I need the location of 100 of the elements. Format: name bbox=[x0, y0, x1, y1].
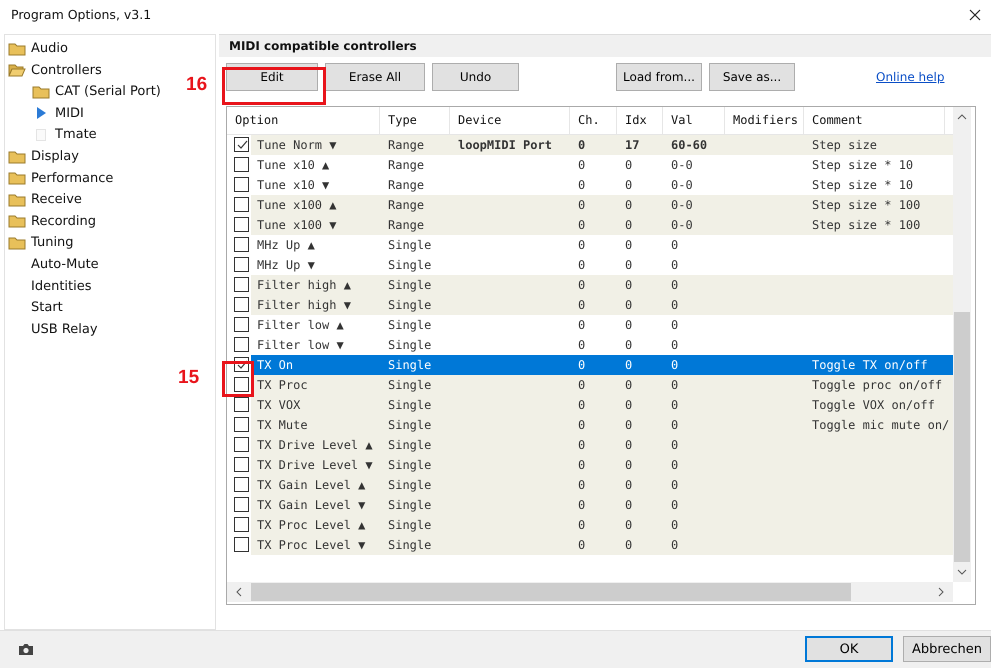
table-row[interactable]: TX Proc Level ▲ Single 0 0 0 bbox=[227, 514, 953, 535]
table-row[interactable]: TX Drive Level ▲ Single 0 0 0 bbox=[227, 434, 953, 455]
column-header[interactable]: Modifiers bbox=[725, 106, 804, 134]
scroll-down-icon[interactable] bbox=[957, 568, 967, 575]
table-row[interactable]: TX On Single 0 0 0 Toggle TX on/off bbox=[227, 354, 953, 375]
vertical-scrollbar[interactable] bbox=[953, 106, 971, 582]
table-cell: 0 bbox=[671, 238, 678, 252]
checkbox[interactable] bbox=[234, 217, 249, 232]
table-cell: 0 bbox=[625, 498, 632, 512]
table-cell: 0 bbox=[671, 438, 678, 452]
checkbox[interactable] bbox=[234, 437, 249, 452]
callout-number: 15 bbox=[178, 367, 200, 389]
horizontal-scrollbar[interactable] bbox=[227, 582, 953, 602]
toolbar-button[interactable]: Load from... bbox=[616, 62, 702, 91]
table-row[interactable]: TX Gain Level ▼ Single 0 0 0 bbox=[227, 494, 953, 515]
close-icon[interactable] bbox=[969, 8, 981, 21]
table-row[interactable]: TX Proc Level ▼ Single 0 0 0 bbox=[227, 534, 953, 555]
scroll-right-icon[interactable] bbox=[938, 586, 944, 597]
sidebar-item[interactable]: Auto-Mute bbox=[8, 254, 99, 276]
table-cell: Step size * 10 bbox=[812, 178, 914, 192]
checkbox[interactable] bbox=[234, 417, 249, 432]
table-row[interactable]: TX Proc Single 0 0 0 Toggle proc on/off bbox=[227, 374, 953, 395]
table-cell: 0 bbox=[671, 378, 678, 392]
checkbox[interactable] bbox=[234, 297, 249, 312]
table-cell: TX Drive Level ▲ bbox=[257, 438, 373, 452]
table-cell: Single bbox=[388, 378, 432, 392]
table-row[interactable]: TX Drive Level ▼ Single 0 0 0 bbox=[227, 454, 953, 475]
table-cell: 0 bbox=[625, 378, 632, 392]
column-header[interactable]: Device bbox=[450, 106, 570, 134]
table-cell: Tune Norm ▼ bbox=[257, 138, 336, 152]
checkbox[interactable] bbox=[234, 277, 249, 292]
table-cell: Step size bbox=[812, 138, 878, 152]
column-header[interactable]: Option bbox=[227, 106, 380, 134]
toolbar-button[interactable]: Erase All bbox=[325, 62, 425, 91]
column-header[interactable]: Ch. bbox=[570, 106, 617, 134]
toolbar-button[interactable]: Save as... bbox=[709, 62, 795, 91]
sidebar-item[interactable]: MIDI bbox=[8, 102, 84, 124]
table-row[interactable]: Tune x100 ▲ Range 0 0 0-0 Step size * 100 bbox=[227, 194, 953, 215]
checkbox[interactable] bbox=[234, 397, 249, 412]
dialog-button[interactable]: Abbrechen bbox=[903, 636, 991, 662]
checkbox[interactable] bbox=[234, 317, 249, 332]
column-header[interactable]: Idx bbox=[617, 106, 663, 134]
checkbox[interactable] bbox=[234, 517, 249, 532]
checkbox[interactable] bbox=[234, 257, 249, 272]
dialog-button[interactable]: OK bbox=[805, 636, 893, 662]
checkbox[interactable] bbox=[234, 377, 249, 392]
checkbox[interactable] bbox=[234, 197, 249, 212]
table-cell: 0 bbox=[578, 278, 586, 292]
toolbar-button[interactable]: Undo bbox=[432, 62, 519, 91]
scroll-up-icon[interactable] bbox=[957, 114, 967, 120]
table-cell: 0 bbox=[578, 158, 586, 172]
table-cell: 0 bbox=[578, 138, 586, 152]
sidebar-item[interactable]: Identities bbox=[8, 275, 92, 297]
sidebar-item[interactable]: Display bbox=[8, 146, 79, 168]
column-header[interactable]: Comment bbox=[804, 106, 945, 134]
checkbox[interactable] bbox=[234, 177, 249, 192]
checkbox[interactable] bbox=[234, 137, 249, 152]
table-cell: 0 bbox=[625, 238, 632, 252]
sidebar-item[interactable]: Recording bbox=[8, 210, 96, 232]
table-cell: 0 bbox=[578, 358, 586, 372]
checkbox[interactable] bbox=[234, 157, 249, 172]
table-row[interactable]: Filter high ▲ Single 0 0 0 bbox=[227, 274, 953, 295]
checkbox[interactable] bbox=[234, 237, 249, 252]
folder-icon bbox=[32, 84, 50, 99]
checkbox[interactable] bbox=[234, 537, 249, 552]
checkbox[interactable] bbox=[234, 457, 249, 472]
table-cell: 0-0 bbox=[671, 218, 693, 232]
table-row[interactable]: Tune Norm ▼ Range loopMIDI Port 0 17 60-60 Step size bbox=[227, 134, 953, 155]
checkbox[interactable] bbox=[234, 497, 249, 512]
table-cell: 0 bbox=[625, 158, 632, 172]
table-cell: Toggle TX on/off bbox=[812, 358, 928, 372]
table-cell: 0 bbox=[578, 298, 586, 312]
sidebar-item[interactable]: Audio bbox=[8, 38, 68, 60]
table-row[interactable]: Filter high ▼ Single 0 0 0 bbox=[227, 294, 953, 315]
sidebar-item[interactable]: Receive bbox=[8, 188, 82, 211]
table-row[interactable]: TX VOX Single 0 0 0 Toggle VOX on/off bbox=[227, 394, 953, 415]
table-cell: 0-0 bbox=[671, 158, 693, 172]
column-header[interactable]: Type bbox=[380, 106, 450, 134]
checkbox[interactable] bbox=[234, 477, 249, 492]
table-cell: 0 bbox=[578, 458, 586, 472]
sidebar-item[interactable]: CAT (Serial Port) bbox=[8, 80, 161, 103]
table-row[interactable]: TX Mute Single 0 0 0 Toggle mic mute on/ bbox=[227, 414, 953, 435]
table-cell: 0 bbox=[671, 518, 678, 532]
sidebar-item[interactable]: Performance bbox=[8, 167, 114, 189]
sidebar-item[interactable]: Tuning bbox=[8, 232, 74, 254]
scroll-left-icon[interactable] bbox=[236, 586, 242, 597]
table-cell: Single bbox=[388, 398, 432, 412]
table-row[interactable]: Tune x100 ▼ Range 0 0 0-0 Step size * 100 bbox=[227, 214, 953, 235]
help-link[interactable]: Online help bbox=[876, 70, 944, 84]
table-cell: 0 bbox=[578, 238, 586, 252]
table-row[interactable]: TX Gain Level ▲ Single 0 0 0 bbox=[227, 474, 953, 495]
checkbox[interactable] bbox=[234, 337, 249, 352]
sidebar-item[interactable]: Start bbox=[8, 296, 63, 318]
sidebar-item[interactable]: Controllers bbox=[8, 59, 102, 81]
column-header[interactable]: Val bbox=[663, 106, 725, 134]
table-cell: MHz Up ▲ bbox=[257, 238, 315, 252]
sidebar-item[interactable]: USB Relay bbox=[8, 318, 98, 340]
window-title: Program Options, v3.1 bbox=[11, 7, 152, 22]
sidebar-item[interactable]: Tmate bbox=[8, 124, 97, 146]
camera-icon[interactable] bbox=[18, 642, 34, 656]
